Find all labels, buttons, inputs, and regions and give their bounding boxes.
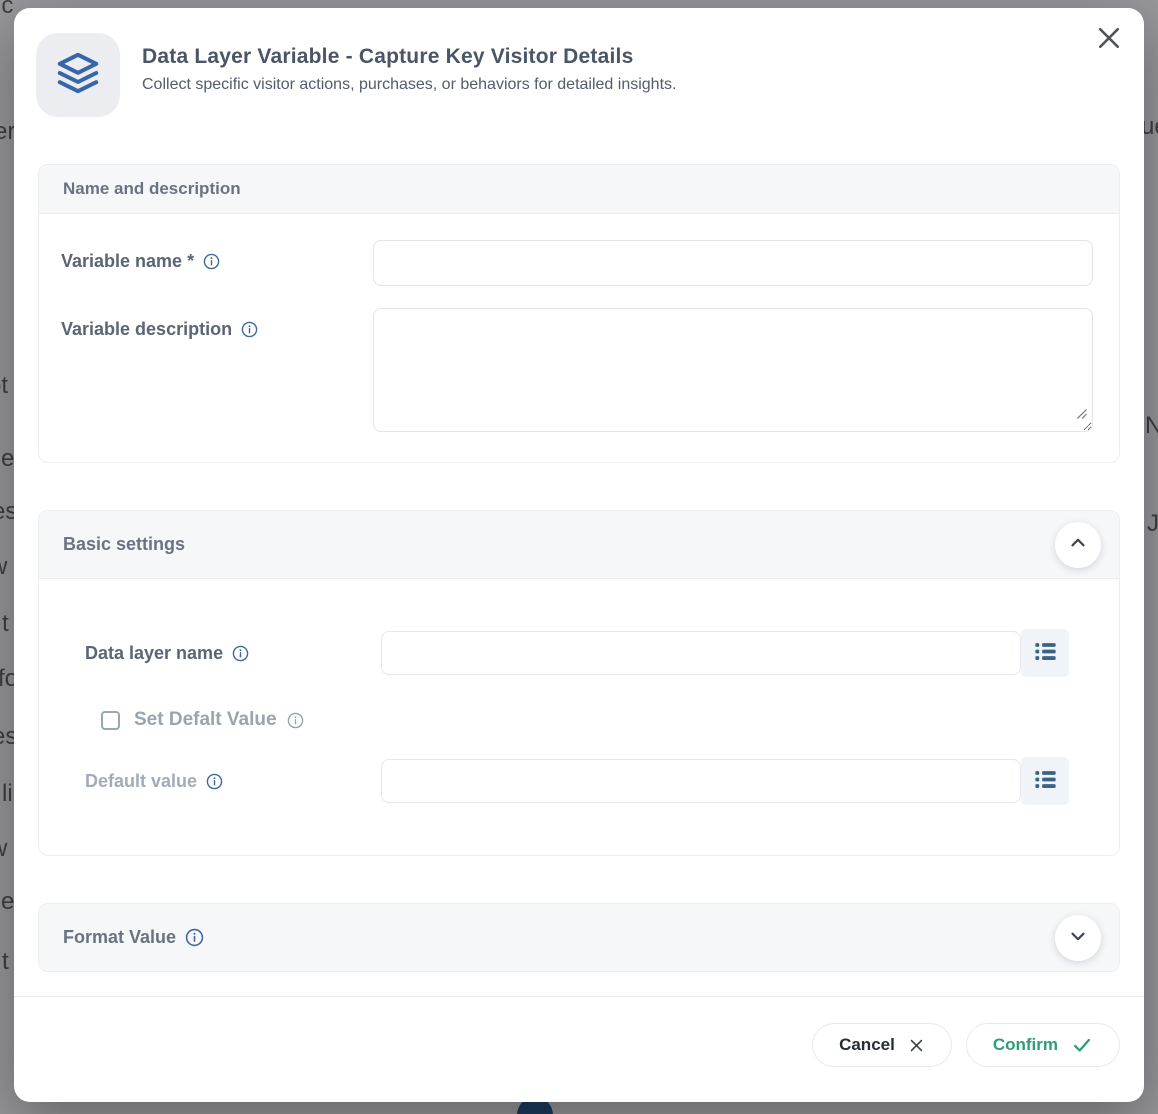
variable-name-row: Variable name *: [61, 240, 1093, 286]
section-title: Name and description: [63, 179, 1095, 199]
section-header-basic-settings[interactable]: Basic settings: [39, 511, 1119, 579]
section-body: Data layer name: [39, 579, 1119, 855]
chevron-up-icon: [1067, 532, 1089, 557]
section-format-value: Format Value: [38, 903, 1120, 972]
chevron-down-icon: [1067, 925, 1089, 950]
variable-description-textarea[interactable]: [373, 308, 1093, 432]
default-value-label: Default value: [85, 771, 197, 792]
data-layer-name-input[interactable]: [381, 631, 1021, 675]
list-icon: [1032, 638, 1059, 668]
section-title: Basic settings: [63, 534, 1095, 555]
modal-footer: Cancel Confirm: [14, 997, 1144, 1067]
data-layer-variable-modal: Data Layer Variable - Capture Key Visito…: [14, 8, 1144, 1102]
variable-description-label: Variable description: [61, 319, 232, 340]
confirm-button-label: Confirm: [993, 1035, 1058, 1055]
data-layer-picker-button[interactable]: [1021, 629, 1069, 677]
section-body: Variable name * Variable description: [39, 214, 1119, 462]
data-layer-name-label-wrap: Data layer name: [85, 643, 381, 664]
confirm-button[interactable]: Confirm: [966, 1023, 1120, 1067]
cancel-button-label: Cancel: [839, 1035, 895, 1055]
info-icon[interactable]: [206, 773, 223, 790]
variable-name-label-wrap: Variable name *: [61, 240, 373, 272]
section-basic-settings: Basic settings Data layer name: [38, 510, 1120, 856]
page-subtitle: Collect specific visitor actions, purcha…: [142, 76, 676, 94]
set-default-value-row: Set Defalt Value: [101, 709, 1069, 731]
info-icon[interactable]: [232, 645, 249, 662]
check-icon: [1071, 1034, 1093, 1056]
set-default-value-checkbox[interactable]: [101, 711, 120, 730]
info-icon[interactable]: [185, 928, 204, 947]
close-button[interactable]: [1092, 22, 1126, 56]
default-value-picker-button[interactable]: [1021, 757, 1069, 805]
info-icon[interactable]: [203, 253, 220, 270]
x-icon: [908, 1037, 925, 1054]
section-header-name-description: Name and description: [39, 165, 1119, 214]
info-icon[interactable]: [287, 712, 304, 729]
data-layer-name-label: Data layer name: [85, 643, 223, 664]
expand-section-button[interactable]: [1055, 915, 1101, 961]
page-title: Data Layer Variable - Capture Key Visito…: [142, 45, 676, 69]
cancel-button[interactable]: Cancel: [812, 1023, 952, 1067]
section-name-and-description: Name and description Variable name * Var…: [38, 164, 1120, 463]
default-value-input[interactable]: [381, 759, 1021, 803]
set-default-value-label-wrap: Set Defalt Value: [134, 709, 304, 731]
close-icon: [1094, 23, 1124, 56]
modal-header: Data Layer Variable - Capture Key Visito…: [14, 8, 1144, 117]
background-text-fragment: J: [1147, 510, 1158, 538]
background-text-fragment: N: [1145, 412, 1158, 440]
variable-description-row: Variable description: [61, 308, 1093, 432]
variable-name-input[interactable]: [373, 240, 1093, 286]
default-value-row: Default value: [85, 757, 1069, 805]
section-header-format-value[interactable]: Format Value: [39, 904, 1119, 971]
set-default-value-label: Set Defalt Value: [134, 709, 277, 731]
info-icon[interactable]: [241, 321, 258, 338]
data-layer-name-row: Data layer name: [85, 629, 1069, 677]
list-icon: [1032, 766, 1059, 796]
default-value-label-wrap: Default value: [85, 771, 381, 792]
section-title: Format Value: [63, 927, 1095, 948]
variable-type-icon-box: [36, 33, 120, 117]
layers-icon: [55, 50, 101, 101]
variable-name-label: Variable name *: [61, 251, 194, 272]
variable-description-label-wrap: Variable description: [61, 308, 373, 340]
collapse-section-button[interactable]: [1055, 522, 1101, 568]
format-value-label: Format Value: [63, 927, 176, 948]
